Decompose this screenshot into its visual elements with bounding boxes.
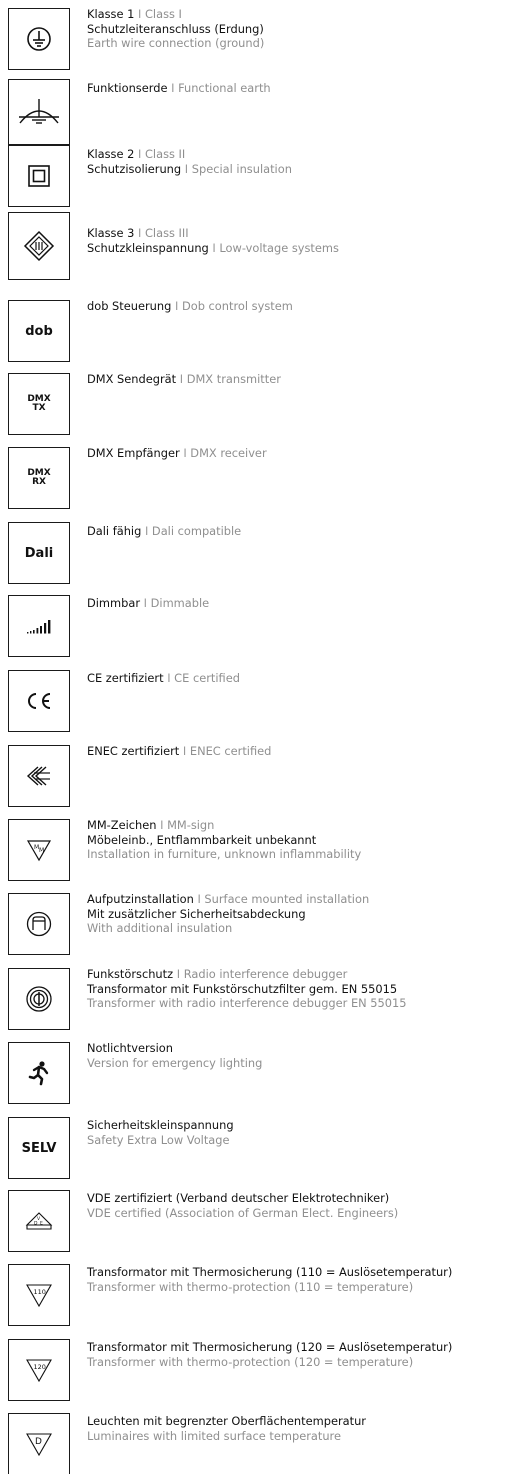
title-en: Dimmable <box>150 596 210 610</box>
description-en: Transformer with thermo-protection (120 … <box>87 1354 414 1369</box>
mm-sign-icon: MM <box>8 819 70 881</box>
svg-text:M: M <box>39 847 44 854</box>
surface-mount-icon <box>8 893 70 955</box>
title-de: Klasse 1 <box>87 7 135 21</box>
protective-earth-icon <box>8 8 70 70</box>
title-en: Radio interference debugger <box>183 967 348 981</box>
description-de: Möbeleinb., Entflammbarkeit unbekannt <box>87 832 317 847</box>
description-de: Schutzisolierung <box>87 161 182 176</box>
vde-mark-icon: VDE <box>8 1190 70 1252</box>
title-en: Class I <box>144 7 182 21</box>
description-en: Low-voltage systems <box>219 240 339 255</box>
thermo-value: 110 <box>34 1288 46 1296</box>
title-de: Dimmbar <box>87 596 141 610</box>
description-de: Schutzleiteranschluss (Erdung) <box>87 21 264 36</box>
title-en: Surface mounted installation <box>204 892 370 906</box>
title-en: Class III <box>144 226 189 240</box>
title-de: MM-Zeichen <box>87 818 157 832</box>
title-de: Notlichtversion <box>87 1041 173 1055</box>
thermo-110-icon: 110 <box>8 1264 70 1326</box>
dmx-tx-label: DMX TX <box>8 373 70 435</box>
title-en: Class II <box>144 147 186 161</box>
description-en: Special insulation <box>191 161 292 176</box>
thermo-value: 120 <box>34 1363 46 1371</box>
description-en: Version for emergency lighting <box>87 1055 263 1070</box>
class-letter: D <box>35 1437 42 1447</box>
description-en: Transformer with radio interference debu… <box>87 996 407 1011</box>
enec-mark-icon <box>8 745 70 807</box>
description-en: Luminaires with limited surface temperat… <box>87 1428 342 1443</box>
title-de: Dali fähig <box>87 524 142 538</box>
title-de: Transformator mit Thermosicherung (120 =… <box>87 1340 453 1354</box>
title-de: Klasse 2 <box>87 147 135 161</box>
svg-text:D: D <box>34 1221 38 1227</box>
functional-earth-icon <box>8 79 70 145</box>
emergency-running-man-icon <box>8 1042 70 1104</box>
radio-interference-icon <box>8 968 70 1030</box>
title-de: Klasse 3 <box>87 226 135 240</box>
title-en: Dali compatible <box>151 524 242 538</box>
title-de: ENEC zertifiziert <box>87 744 180 758</box>
description-en: Earth wire connection (ground) <box>87 36 265 51</box>
title-de: Aufputzinstallation <box>87 892 194 906</box>
limited-surface-temp-icon: D <box>8 1413 70 1474</box>
description-en: Installation in furniture, unknown infla… <box>87 847 362 862</box>
description-en: VDE certified (Association of German Ele… <box>87 1205 399 1220</box>
title-en: Dob control system <box>181 299 293 313</box>
title-en: MM-sign <box>167 818 215 832</box>
title-de: Transformator mit Thermosicherung (110 =… <box>87 1265 453 1279</box>
title-de: DMX Sendegrät <box>87 372 177 386</box>
description-de: Mit zusätzlicher Sicherheitsabdeckung <box>87 906 306 921</box>
title-en: DMX receiver <box>190 446 267 460</box>
double-square-icon <box>8 145 70 207</box>
title-de: Funkstörschutz <box>87 967 174 981</box>
description-en: With additional insulation <box>87 921 233 936</box>
title-en: CE certified <box>174 671 240 685</box>
dimmable-bars-icon <box>8 595 70 657</box>
thermo-120-icon: 120 <box>8 1339 70 1401</box>
title-en: DMX transmitter <box>186 372 281 386</box>
description-en: Safety Extra Low Voltage <box>87 1132 230 1147</box>
title-en: ENEC certified <box>189 744 272 758</box>
title-de: Funktionserde <box>87 81 168 95</box>
title-de: CE zertifiziert <box>87 671 164 685</box>
description-en: Transformer with thermo-protection (110 … <box>87 1279 414 1294</box>
title-de: Leuchten mit begrenzter Oberflächentempe… <box>87 1414 366 1428</box>
title-de: dob Steuerung <box>87 299 172 313</box>
dmx-rx-label: DMX RX <box>8 447 70 509</box>
svg-text:E: E <box>40 1221 43 1227</box>
description-de: Schutzkleinspannung <box>87 240 209 255</box>
description-de: Transformator mit Funkstörschutzfilter g… <box>87 981 398 996</box>
title-de: VDE zertifiziert (Verband deutscher Elek… <box>87 1191 390 1205</box>
ce-mark-icon <box>8 670 70 732</box>
class-three-diamond-icon <box>8 212 70 280</box>
title-de: Sicherheitskleinspannung <box>87 1118 234 1132</box>
selv-label: SELV <box>8 1117 70 1179</box>
dob-label: dob <box>8 300 70 362</box>
title-de: DMX Empfänger <box>87 446 180 460</box>
dali-label: Dali <box>8 522 70 584</box>
title-en: Functional earth <box>178 81 271 95</box>
